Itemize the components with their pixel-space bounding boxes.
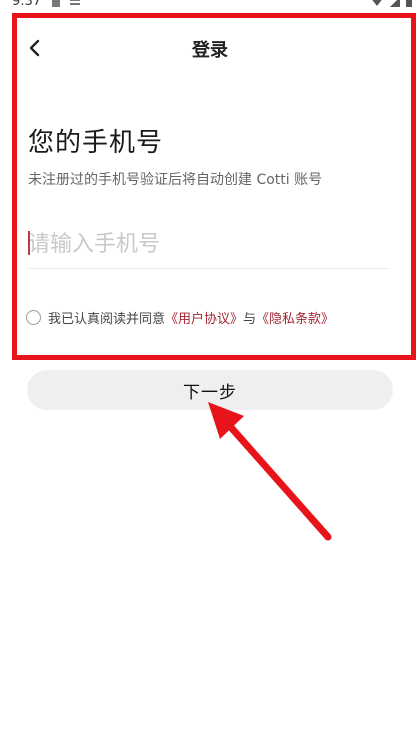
status-time: 9:37 bbox=[12, 0, 42, 9]
next-step-button[interactable]: 下一步 bbox=[27, 370, 393, 410]
status-bar: 9:37 bbox=[0, 0, 420, 12]
login-screen: 9:37 登录 您的手机号 未注册过的手机号验证后将自动创建 Cotti 账号 … bbox=[0, 0, 420, 748]
signal-battery-icons bbox=[372, 0, 412, 7]
highlight-annotation-box bbox=[12, 13, 416, 360]
notification-icons bbox=[52, 0, 80, 7]
